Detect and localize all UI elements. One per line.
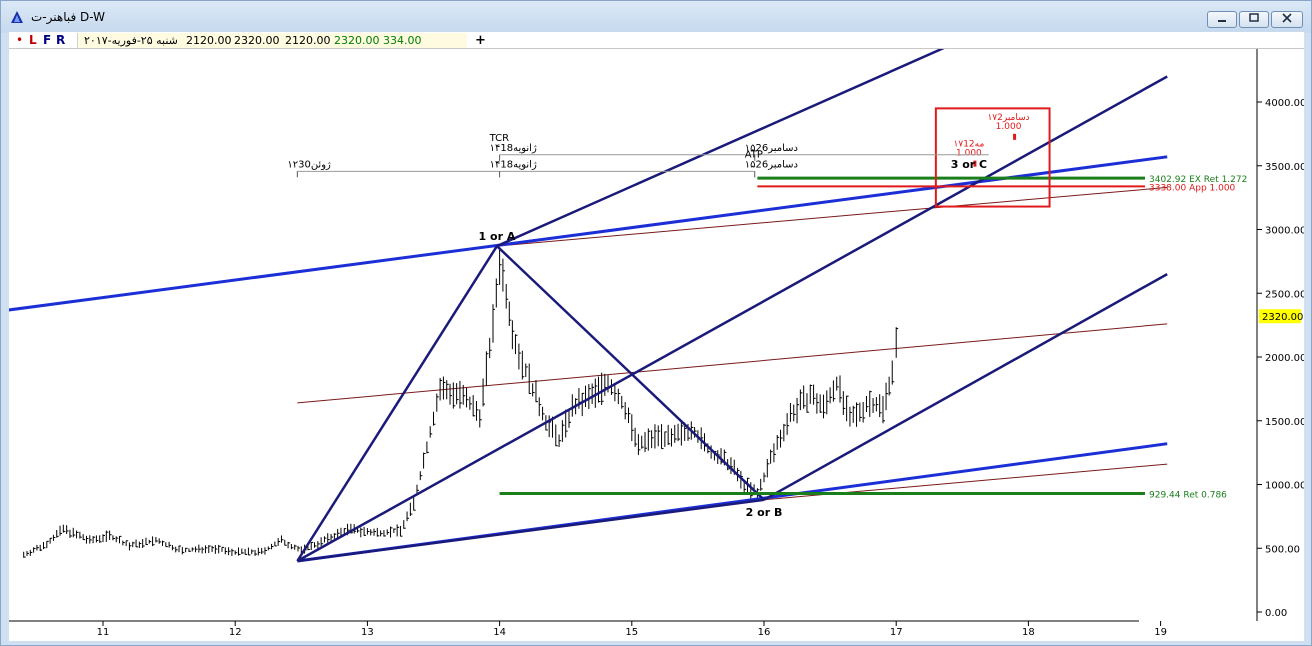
y-tick-label: 1500.00: [1265, 417, 1304, 428]
quote-info-bar: • L F R شنبه ۲۵-فوریه-۲۰۱۷ 2120.00 2320.…: [9, 32, 1304, 49]
quote-volume: 334.00: [383, 34, 422, 47]
y-tick-label: 2000.00: [1265, 353, 1304, 364]
add-indicator-button[interactable]: +: [475, 32, 486, 49]
price-chart[interactable]: 0.00 500.00 1000.00 1500.00 2000.00 2500.00 30…: [9, 49, 1304, 641]
x-tick-label: 15: [625, 627, 638, 638]
minimize-icon: [1218, 20, 1226, 22]
minimize-button[interactable]: [1207, 11, 1237, 28]
point-label: 3 or C: [951, 158, 987, 171]
x-tick-label: 13: [361, 627, 374, 638]
toggle-l-button[interactable]: L: [29, 33, 37, 48]
app-logo-icon: [11, 11, 23, 23]
maximize-icon: [1249, 13, 1259, 22]
y-tick-label: 3000.00: [1265, 226, 1304, 237]
maximize-button[interactable]: [1239, 11, 1269, 28]
level-label: 3338.00 App 1.000: [1149, 183, 1236, 193]
reaction-line: [297, 323, 1168, 404]
quote-low: 2120.00: [285, 34, 331, 47]
y-tick-label: 0.00: [1265, 608, 1287, 619]
close-icon: [1282, 13, 1292, 23]
window-title: فباهنر-ت D-W: [31, 10, 105, 24]
y-tick-label: 3500.00: [1265, 162, 1304, 173]
quote-high: 2320.00: [234, 34, 280, 47]
toggle-r-button[interactable]: R: [56, 33, 65, 48]
x-tick-label: 19: [1154, 627, 1167, 638]
last-price-label: 2320.00: [1262, 312, 1303, 323]
time-marker-date: ۱۲ژوئن30: [287, 159, 331, 170]
y-tick-label: 4000.00: [1265, 98, 1304, 109]
x-tick-label: 12: [229, 627, 242, 638]
quote-fields: شنبه ۲۵-فوریه-۲۰۱۷ 2120.00 2320.00 2120.…: [77, 33, 467, 48]
title-bar[interactable]: فباهنر-ت D-W: [1, 1, 1311, 33]
point-label: 2 or B: [746, 506, 783, 519]
x-tick-label: 17: [890, 627, 903, 638]
time-marker-date: ۱۴ژانویه18: [490, 143, 537, 154]
y-tick-label: 1000.00: [1265, 481, 1304, 492]
quote-date: شنبه ۲۵-فوریه-۲۰۱۷: [84, 34, 178, 47]
reaction-line: [496, 186, 1168, 247]
toggle-f-button[interactable]: F: [43, 33, 51, 48]
y-tick-label: 2500.00: [1265, 289, 1304, 300]
quote-open: 2120.00: [186, 34, 232, 47]
status-dot: •: [16, 33, 24, 47]
fork-line: [496, 245, 765, 501]
fork-line: [296, 75, 1168, 563]
x-tick-label: 14: [493, 627, 506, 638]
close-button[interactable]: [1271, 11, 1303, 28]
level-label: 929.44 Ret 0.786: [1149, 490, 1227, 500]
median-line: [9, 155, 1168, 312]
chart-window: فباهنر-ت D-W • L F R شنبه ۲۵-فوریه-۲۰۱۷ …: [0, 0, 1312, 646]
point-label: 1 or A: [479, 230, 516, 243]
x-tick-label: 11: [97, 627, 110, 638]
x-tick-label: 18: [1022, 627, 1035, 638]
target-note-value: 1.000: [996, 122, 1022, 132]
chart-area[interactable]: 0.00 500.00 1000.00 1500.00 2000.00 2500.00 30…: [9, 49, 1304, 641]
time-marker-date: ۱۴ژانویه18: [490, 159, 537, 170]
y-tick-label: 500.00: [1265, 544, 1300, 555]
fork-line: [763, 273, 1168, 501]
x-tick-label: 16: [758, 627, 771, 638]
time-marker-date: ۱۵دسامبر26: [745, 159, 798, 170]
quote-close: 2320.00: [334, 34, 380, 47]
